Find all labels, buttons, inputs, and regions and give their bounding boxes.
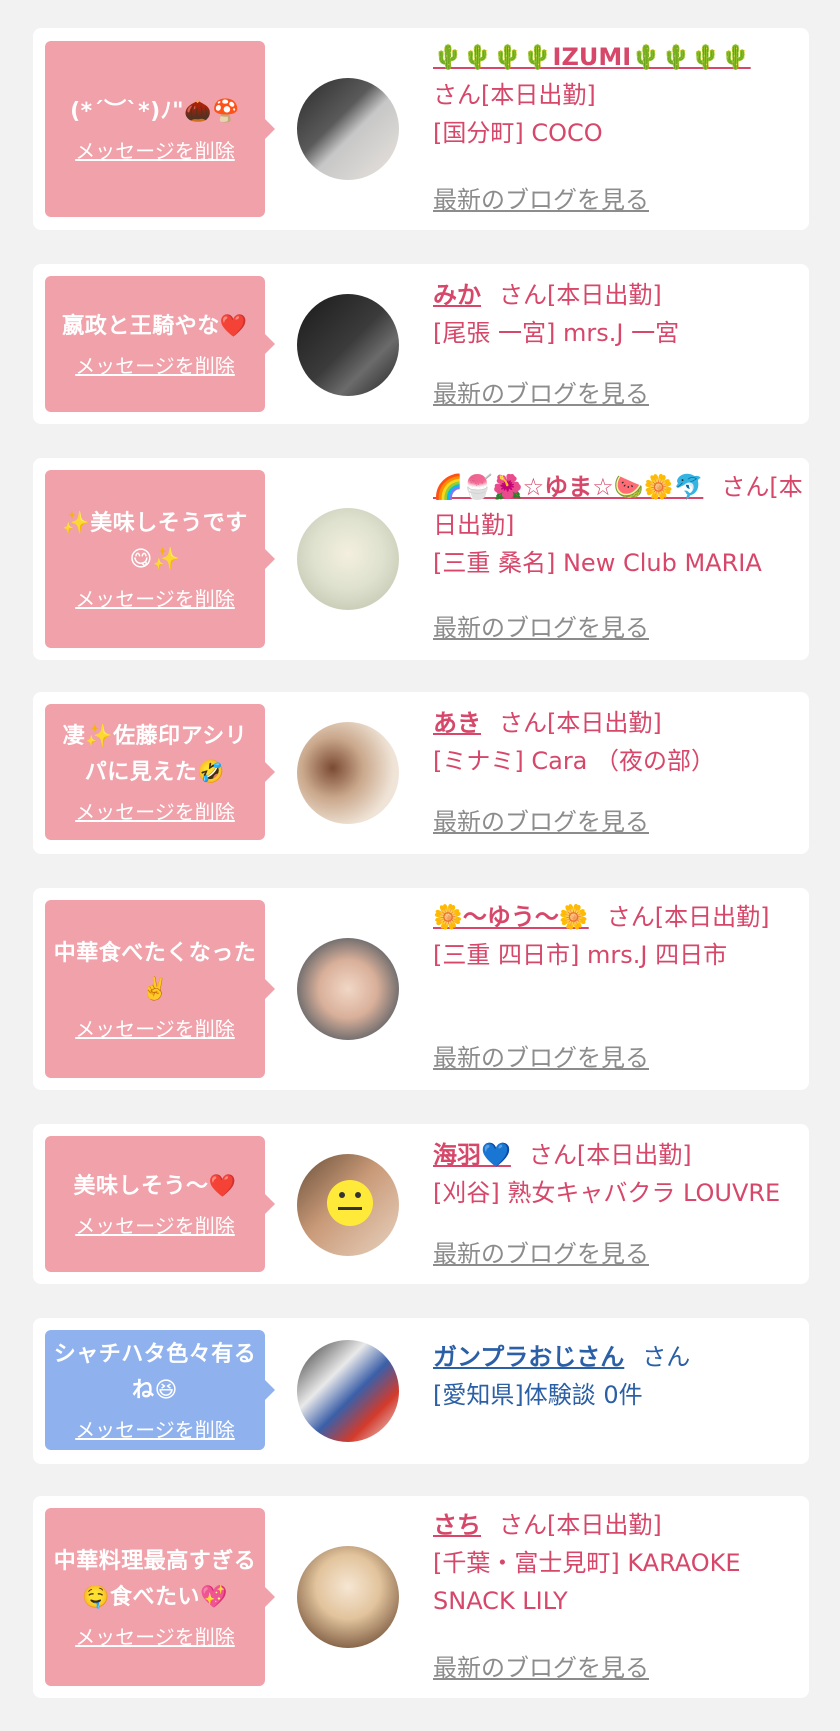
message-list: (*´︶`*)ﾉ"🌰🍄 メッセージを削除 🌵🌵🌵🌵IZUMI🌵🌵🌵🌵 さん[本日…: [0, 0, 840, 1731]
delete-message-link[interactable]: メッセージを削除: [75, 799, 235, 825]
shop-name: [愛知県]体験談 0件: [433, 1381, 643, 1409]
avatar[interactable]: [297, 1154, 399, 1256]
shop-name: [国分町] COCO: [433, 119, 603, 147]
sender-info: あき さん[本日出勤] [ミナミ] Cara （夜の部）: [433, 704, 813, 780]
message-bubble: 凄✨佐藤印アシリパに見えた🤣 メッセージを削除: [45, 704, 275, 840]
avatar[interactable]: [297, 1546, 399, 1648]
message-card: 美味しそう〜❤️ メッセージを削除 海羽💙 さん[本日出勤] [刈谷] 熟女キャバ…: [33, 1124, 809, 1284]
sender-info: 🌵🌵🌵🌵IZUMI🌵🌵🌵🌵 さん[本日出勤] [国分町] COCO: [433, 38, 813, 152]
sender-info: 海羽💙 さん[本日出勤] [刈谷] 熟女キャバクラ LOUVRE: [433, 1136, 813, 1212]
sender-name-link[interactable]: さち: [433, 1511, 481, 1539]
sender-info: 🌈🍧🌺☆ゆま☆🍉🌼🐬 さん[本日出勤] [三重 桑名] New Club MARI…: [433, 468, 813, 582]
shop-name: [尾張 一宮] mrs.J 一宮: [433, 319, 680, 347]
latest-blog-link[interactable]: 最新のブログを見る: [433, 180, 649, 215]
message-text: ✨美味しそうです😋✨: [62, 511, 248, 572]
sender-status: さん[本日出勤]: [499, 1511, 662, 1539]
message-text: 嬴政と王騎やな❤️: [62, 314, 248, 339]
delete-message-link[interactable]: メッセージを削除: [75, 353, 235, 379]
sender-name-link[interactable]: みか: [433, 281, 481, 309]
message-text: 中華料理最高すぎる🤤食べたい💖: [53, 1549, 257, 1610]
message-text: 凄✨佐藤印アシリパに見えた🤣: [62, 724, 248, 785]
avatar[interactable]: [297, 1340, 399, 1442]
message-bubble: ✨美味しそうです😋✨ メッセージを削除: [45, 470, 275, 648]
sender-status: さん[本日出勤]: [499, 709, 662, 737]
sender-info: さち さん[本日出勤] [千葉・富士見町] KARAOKE SNACK LILY: [433, 1506, 813, 1620]
sender-status: さん[本日出勤]: [433, 81, 596, 109]
sender-name-link[interactable]: ガンプラおじさん: [433, 1343, 624, 1371]
message-card: 凄✨佐藤印アシリパに見えた🤣 メッセージを削除 あき さん[本日出勤] [ミナミ]…: [33, 692, 809, 854]
sender-name-link[interactable]: 🌼〜ゆう〜🌼: [433, 903, 589, 931]
sender-status: さん: [642, 1343, 691, 1371]
sender-name-link[interactable]: 🌵🌵🌵🌵IZUMI🌵🌵🌵🌵: [433, 43, 751, 71]
message-card: 中華食べたくなった✌️ メッセージを削除 🌼〜ゆう〜🌼 さん[本日出勤] [三重 …: [33, 888, 809, 1090]
sender-info: 🌼〜ゆう〜🌼 さん[本日出勤] [三重 四日市] mrs.J 四日市: [433, 898, 813, 974]
shop-name: [ミナミ] Cara （夜の部）: [433, 747, 716, 775]
delete-message-link[interactable]: メッセージを削除: [75, 1417, 235, 1443]
delete-message-link[interactable]: メッセージを削除: [75, 1624, 235, 1650]
latest-blog-link[interactable]: 最新のブログを見る: [433, 374, 649, 409]
message-text: 美味しそう〜❤️: [73, 1174, 237, 1199]
sender-status: さん[本日出勤]: [528, 1141, 692, 1169]
avatar[interactable]: [297, 938, 399, 1040]
sender-name-link[interactable]: 海羽💙: [433, 1141, 511, 1169]
message-bubble: 中華料理最高すぎる🤤食べたい💖 メッセージを削除: [45, 1508, 275, 1686]
avatar[interactable]: [297, 508, 399, 610]
message-card: 嬴政と王騎やな❤️ メッセージを削除 みか さん[本日出勤] [尾張 一宮] mr…: [33, 264, 809, 424]
sender-info: みか さん[本日出勤] [尾張 一宮] mrs.J 一宮: [433, 276, 813, 352]
latest-blog-link[interactable]: 最新のブログを見る: [433, 802, 649, 837]
avatar[interactable]: [297, 78, 399, 180]
message-card: 中華料理最高すぎる🤤食べたい💖 メッセージを削除 さち さん[本日出勤] [千葉・…: [33, 1496, 809, 1698]
message-bubble: 嬴政と王騎やな❤️ メッセージを削除: [45, 276, 275, 412]
delete-message-link[interactable]: メッセージを削除: [75, 1016, 235, 1042]
message-bubble: シャチハタ色々有るね😆 メッセージを削除: [45, 1330, 275, 1450]
shop-name: [千葉・富士見町] KARAOKE SNACK LILY: [433, 1549, 741, 1615]
avatar[interactable]: [297, 722, 399, 824]
delete-message-link[interactable]: メッセージを削除: [75, 586, 235, 612]
avatar[interactable]: [297, 294, 399, 396]
sender-name-link[interactable]: あき: [433, 709, 481, 737]
latest-blog-link[interactable]: 最新のブログを見る: [433, 1038, 649, 1073]
message-text: (*´︶`*)ﾉ"🌰🍄: [70, 99, 240, 124]
message-bubble: (*´︶`*)ﾉ"🌰🍄 メッセージを削除: [45, 41, 275, 217]
sender-name-link[interactable]: 🌈🍧🌺☆ゆま☆🍉🌼🐬: [433, 473, 703, 501]
message-card: (*´︶`*)ﾉ"🌰🍄 メッセージを削除 🌵🌵🌵🌵IZUMI🌵🌵🌵🌵 さん[本日…: [33, 28, 809, 230]
delete-message-link[interactable]: メッセージを削除: [75, 138, 235, 164]
message-card: シャチハタ色々有るね😆 メッセージを削除 ガンプラおじさん さん [愛知県]体験談…: [33, 1318, 809, 1464]
face-sticker-icon: [327, 1180, 373, 1226]
latest-blog-link[interactable]: 最新のブログを見る: [433, 1648, 649, 1683]
message-text: 中華食べたくなった✌️: [53, 941, 257, 1002]
sender-info: ガンプラおじさん さん [愛知県]体験談 0件: [433, 1338, 813, 1414]
sender-status: さん[本日出勤]: [606, 903, 770, 931]
message-bubble: 美味しそう〜❤️ メッセージを削除: [45, 1136, 275, 1272]
latest-blog-link[interactable]: 最新のブログを見る: [433, 608, 649, 643]
shop-name: [刈谷] 熟女キャバクラ LOUVRE: [433, 1179, 781, 1207]
latest-blog-link[interactable]: 最新のブログを見る: [433, 1234, 649, 1269]
shop-name: [三重 桑名] New Club MARIA: [433, 549, 762, 577]
message-card: ✨美味しそうです😋✨ メッセージを削除 🌈🍧🌺☆ゆま☆🍉🌼🐬 さん[本日出勤] […: [33, 458, 809, 660]
shop-name: [三重 四日市] mrs.J 四日市: [433, 941, 728, 969]
message-bubble: 中華食べたくなった✌️ メッセージを削除: [45, 900, 275, 1078]
message-text: シャチハタ色々有るね😆: [53, 1342, 257, 1403]
delete-message-link[interactable]: メッセージを削除: [75, 1213, 235, 1239]
sender-status: さん[本日出勤]: [499, 281, 662, 309]
